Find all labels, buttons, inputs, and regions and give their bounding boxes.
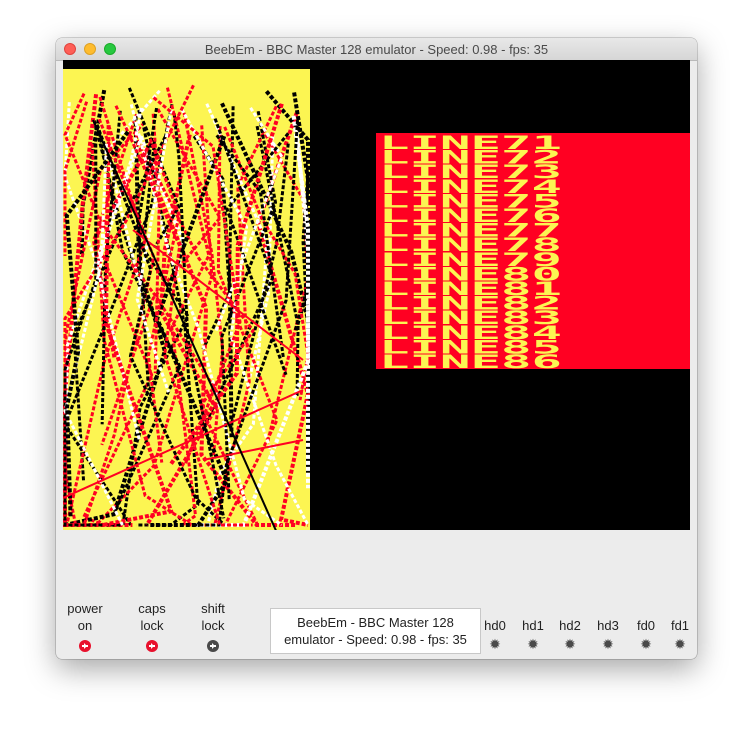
power-indicator: power on [62, 600, 108, 655]
shift-lock-indicator: shift lock [190, 600, 236, 655]
tooltip-line-1: BeebEm - BBC Master 128 [297, 615, 454, 630]
caps-lock-led-icon [146, 640, 158, 652]
gear-icon: ✹ [489, 636, 501, 652]
gear-icon: ✹ [602, 636, 614, 652]
emulator-screen[interactable]: LINE71 LINE72 LINE73 LINE74 LINE75 LINE76 LINE… [62, 60, 690, 581]
caps-lock-label: lock [140, 618, 164, 633]
shift-label: shift [201, 601, 225, 616]
drive-label: fd1 [670, 618, 690, 633]
drive-label: hd0 [484, 618, 506, 633]
drive-label: hd3 [597, 618, 619, 633]
line-listing-row: LINE86 [379, 351, 562, 373]
power-state-label: on [77, 618, 93, 633]
screen-canvas: LINE71LINE72LINE73LINE74LINE75LINE76LINE… [62, 60, 690, 581]
drive-label: hd2 [559, 618, 581, 633]
title-tooltip: BeebEm - BBC Master 128 emulator - Speed… [270, 608, 481, 654]
caps-label: caps [138, 601, 166, 616]
drive-fd0[interactable]: fd0 ✹ [631, 617, 661, 652]
drive-hd1[interactable]: hd1 ✹ [518, 617, 548, 652]
drive-fd1[interactable]: fd1 ✹ [665, 617, 695, 652]
power-label: power [67, 601, 103, 616]
drive-hd0[interactable]: hd0 ✹ [480, 617, 510, 652]
gear-icon: ✹ [564, 636, 576, 652]
gear-icon: ✹ [674, 636, 686, 652]
power-led-icon [79, 640, 91, 652]
drive-label: hd1 [522, 618, 544, 633]
tooltip-line-2: emulator - Speed: 0.98 - fps: 35 [284, 632, 467, 647]
emulator-window: BeebEm - BBC Master 128 emulator - Speed… [56, 38, 697, 659]
gear-icon: ✹ [527, 636, 539, 652]
gear-icon: ✹ [640, 636, 652, 652]
title-bar[interactable]: BeebEm - BBC Master 128 emulator - Speed… [56, 38, 697, 61]
drive-label: fd0 [636, 618, 656, 633]
drive-hd3[interactable]: hd3 ✹ [593, 617, 623, 652]
drive-hd2[interactable]: hd2 ✹ [555, 617, 585, 652]
shift-lock-led-icon [207, 640, 219, 652]
shift-lock-label: lock [201, 618, 225, 633]
line-listing: LINE71LINE72LINE73LINE74LINE75LINE76LINE… [379, 132, 562, 373]
window-title: BeebEm - BBC Master 128 emulator - Speed… [204, 42, 549, 57]
caps-lock-indicator: caps lock [129, 600, 175, 655]
